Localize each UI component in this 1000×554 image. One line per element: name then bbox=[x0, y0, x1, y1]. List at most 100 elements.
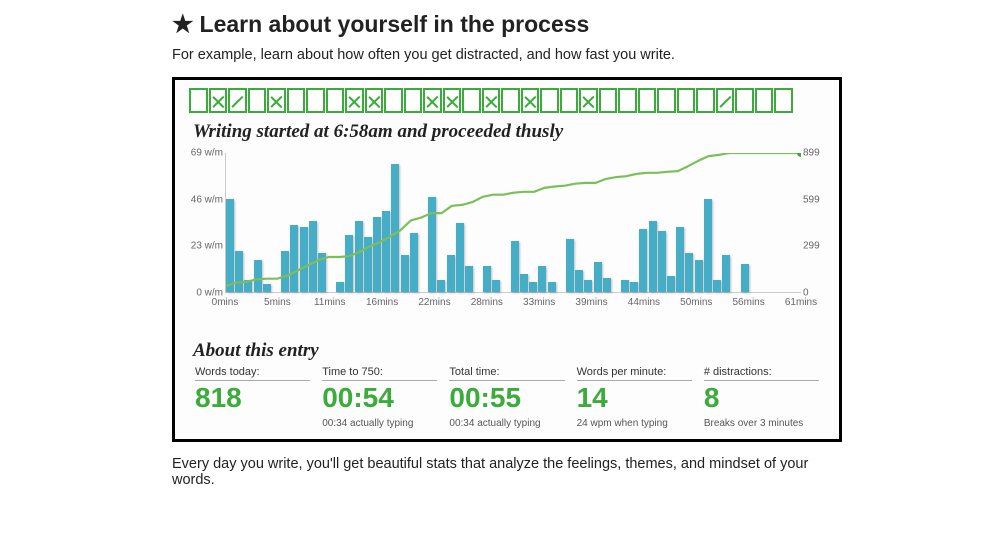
y-right-tick: 599 bbox=[803, 194, 820, 205]
chart-bar bbox=[235, 251, 243, 292]
chart-bar bbox=[713, 280, 721, 292]
x-axis-tick: 0mins bbox=[212, 297, 239, 308]
chart-bar bbox=[364, 237, 372, 292]
streak-day bbox=[638, 88, 657, 113]
chart-bar bbox=[226, 199, 234, 292]
chart-bar bbox=[483, 266, 491, 292]
streak-day bbox=[482, 88, 501, 113]
x-axis-tick: 39mins bbox=[575, 297, 607, 308]
stat-value: 8 bbox=[704, 383, 819, 414]
stat-label: Words today: bbox=[195, 366, 310, 381]
chart-bar bbox=[263, 284, 271, 292]
streak-day bbox=[462, 88, 481, 113]
stat-label: # distractions: bbox=[704, 366, 819, 381]
x-axis-tick: 5mins bbox=[264, 297, 291, 308]
y-left-tick: 46 w/m bbox=[189, 194, 223, 205]
chart-bar bbox=[741, 264, 749, 292]
streak-day bbox=[540, 88, 559, 113]
chart-bar bbox=[529, 282, 537, 292]
y-right-tick: 899 bbox=[803, 148, 820, 159]
x-axis-tick: 11mins bbox=[314, 297, 346, 308]
chart-bar bbox=[410, 233, 418, 292]
chart-bar bbox=[566, 239, 574, 292]
chart-bar bbox=[621, 280, 629, 292]
about-title: About this entry bbox=[193, 340, 825, 362]
chart-bar bbox=[511, 241, 519, 292]
streak-day bbox=[579, 88, 598, 113]
chart-bar bbox=[281, 251, 289, 292]
chart-bar bbox=[584, 280, 592, 292]
chart-bar bbox=[492, 280, 500, 292]
stats-panel: Writing started at 6:58am and proceeded … bbox=[172, 77, 842, 442]
chart-bar bbox=[428, 197, 436, 292]
stat-note: Breaks over 3 minutes bbox=[704, 418, 819, 429]
streak-day bbox=[443, 88, 462, 113]
chart-bar bbox=[465, 266, 473, 292]
y-left-tick: 69 w/m bbox=[189, 148, 223, 159]
chart-bar bbox=[520, 274, 528, 292]
streak-day bbox=[423, 88, 442, 113]
chart-bar bbox=[548, 282, 556, 292]
chart-bar bbox=[603, 278, 611, 292]
stat-value: 00:55 bbox=[449, 383, 564, 414]
streak-day bbox=[716, 88, 735, 113]
y-axis-left: 0 w/m23 w/m46 w/m69 w/m bbox=[189, 153, 223, 293]
stat-label: Words per minute: bbox=[577, 366, 692, 381]
stats-row: Words today:818Time to 750:00:5400:34 ac… bbox=[189, 366, 825, 429]
streak-day bbox=[735, 88, 754, 113]
streak-day bbox=[345, 88, 364, 113]
chart-bar bbox=[309, 221, 317, 292]
chart-bar bbox=[244, 280, 252, 292]
y-right-tick: 299 bbox=[803, 241, 820, 252]
x-axis: 0mins5mins11mins16mins22mins28mins33mins… bbox=[225, 297, 801, 321]
heading-text: Learn about yourself in the process bbox=[200, 11, 590, 38]
chart-bar bbox=[391, 164, 399, 292]
streak-day bbox=[560, 88, 579, 113]
streak-day bbox=[677, 88, 696, 113]
chart-bar bbox=[382, 211, 390, 292]
stat-block: Total time:00:5500:34 actually typing bbox=[443, 366, 570, 429]
chart-bar bbox=[345, 235, 353, 292]
chart-bar bbox=[437, 280, 445, 292]
stat-label: Time to 750: bbox=[322, 366, 437, 381]
writing-chart: 0 w/m23 w/m46 w/m69 w/m 0299599899 0mins… bbox=[225, 153, 801, 328]
caption-text: Every day you write, you'll get beautifu… bbox=[172, 456, 842, 488]
streak-day bbox=[501, 88, 520, 113]
chart-plot-area bbox=[225, 153, 801, 293]
chart-bar bbox=[685, 253, 693, 292]
streak-day bbox=[248, 88, 267, 113]
streak-day bbox=[618, 88, 637, 113]
chart-bar bbox=[456, 223, 464, 292]
y-axis-right: 0299599899 bbox=[803, 153, 825, 293]
chart-bar bbox=[658, 231, 666, 292]
streak-day bbox=[384, 88, 403, 113]
x-axis-tick: 28mins bbox=[471, 297, 503, 308]
streak-day bbox=[755, 88, 774, 113]
streak-calendar bbox=[189, 88, 825, 113]
streak-day bbox=[287, 88, 306, 113]
stat-block: Words today:818 bbox=[189, 366, 316, 429]
stat-block: Words per minute:1424 wpm when typing bbox=[571, 366, 698, 429]
chart-bar bbox=[575, 270, 583, 292]
chart-title: Writing started at 6:58am and proceeded … bbox=[193, 121, 825, 143]
subtitle-text: For example, learn about how often you g… bbox=[172, 47, 842, 63]
stat-label: Total time: bbox=[449, 366, 564, 381]
streak-day bbox=[599, 88, 618, 113]
streak-day bbox=[521, 88, 540, 113]
chart-bar bbox=[695, 260, 703, 292]
chart-bars bbox=[226, 152, 801, 292]
chart-bar bbox=[649, 221, 657, 292]
chart-bar bbox=[290, 225, 298, 292]
streak-day bbox=[306, 88, 325, 113]
streak-day bbox=[365, 88, 384, 113]
chart-bar bbox=[538, 266, 546, 292]
streak-day bbox=[189, 88, 208, 113]
chart-bar bbox=[594, 262, 602, 292]
chart-bar bbox=[401, 255, 409, 292]
streak-day bbox=[657, 88, 676, 113]
streak-day bbox=[696, 88, 715, 113]
x-axis-tick: 50mins bbox=[680, 297, 712, 308]
stat-block: Time to 750:00:5400:34 actually typing bbox=[316, 366, 443, 429]
y-left-tick: 23 w/m bbox=[189, 241, 223, 252]
x-axis-tick: 16mins bbox=[366, 297, 398, 308]
